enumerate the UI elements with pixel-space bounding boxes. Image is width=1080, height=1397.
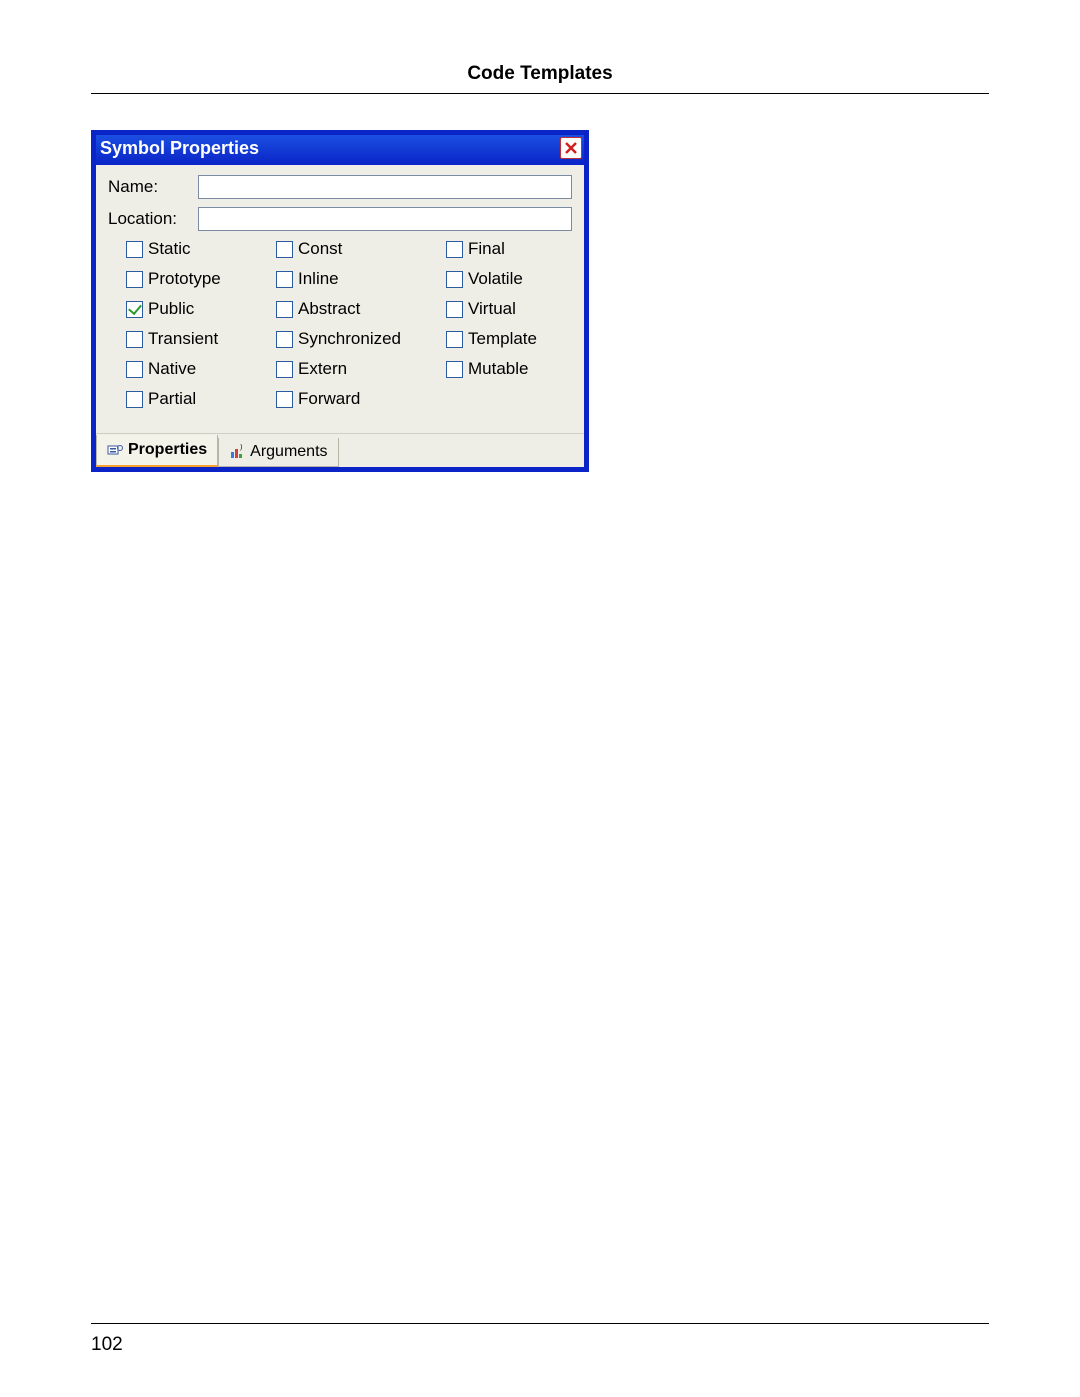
tab-label: Properties [128,441,207,459]
checkbox-icon [276,331,293,348]
svg-text:): ) [240,444,242,451]
checkbox-icon [276,391,293,408]
checkbox-label: Abstract [298,299,360,319]
tab-arguments[interactable]: ) Arguments [218,438,338,467]
checkbox-inline[interactable]: Inline [276,269,446,289]
checkbox-label: Public [148,299,194,319]
dialog-title: Symbol Properties [100,138,259,159]
checkbox-icon [446,331,463,348]
checkbox-prototype[interactable]: Prototype [126,269,276,289]
document-page: Code Templates Symbol Properties Name: L… [0,0,1080,1397]
form-area: Name: Location: Static Const Final Proto… [96,165,584,433]
checkbox-static[interactable]: Static [126,239,276,259]
checkbox-icon [126,331,143,348]
page-header: Code Templates [91,63,989,94]
location-row: Location: [108,207,572,231]
checkbox-volatile[interactable]: Volatile [446,269,586,289]
checkbox-label: Static [148,239,191,259]
checkbox-virtual[interactable]: Virtual [446,299,586,319]
checkbox-label: Virtual [468,299,516,319]
checkbox-const[interactable]: Const [276,239,446,259]
name-label: Name: [108,177,198,197]
checkbox-transient[interactable]: Transient [126,329,276,349]
dialog-titlebar[interactable]: Symbol Properties [96,135,584,165]
checkbox-final[interactable]: Final [446,239,586,259]
location-label: Location: [108,209,198,229]
page-footer: 102 [91,1323,989,1356]
checkbox-icon [446,241,463,258]
checkbox-label: Template [468,329,537,349]
checkbox-icon [446,301,463,318]
checkbox-label: Mutable [468,359,528,379]
checkbox-template[interactable]: Template [446,329,586,349]
checkbox-icon [276,361,293,378]
checkbox-label: Extern [298,359,347,379]
checkbox-icon [446,361,463,378]
checkbox-grid: Static Const Final Prototype Inline Vola… [126,239,572,409]
checkbox-label: Partial [148,389,196,409]
checkbox-abstract[interactable]: Abstract [276,299,446,319]
arguments-icon: ) [229,444,245,460]
checkbox-empty [446,389,586,409]
checkbox-icon [126,241,143,258]
checkbox-label: Prototype [148,269,221,289]
properties-icon [107,442,123,458]
checkbox-label: Volatile [468,269,523,289]
checkbox-synchronized[interactable]: Synchronized [276,329,446,349]
checkbox-partial[interactable]: Partial [126,389,276,409]
checkbox-label: Synchronized [298,329,401,349]
location-input[interactable] [198,207,572,231]
checkbox-icon [126,301,143,318]
symbol-properties-dialog: Symbol Properties Name: Location: [91,130,589,472]
checkbox-label: Native [148,359,196,379]
checkbox-icon [276,271,293,288]
checkbox-icon [276,301,293,318]
checkbox-icon [126,271,143,288]
checkbox-forward[interactable]: Forward [276,389,446,409]
tab-properties[interactable]: Properties [96,435,218,467]
checkbox-native[interactable]: Native [126,359,276,379]
name-input[interactable] [198,175,572,199]
checkbox-label: Final [468,239,505,259]
checkbox-mutable[interactable]: Mutable [446,359,586,379]
dialog-tabbar: Properties ) Arguments [96,433,584,467]
checkbox-icon [126,391,143,408]
name-row: Name: [108,175,572,199]
page-number: 102 [91,1334,123,1355]
close-button[interactable] [560,137,582,159]
checkbox-public[interactable]: Public [126,299,276,319]
checkbox-icon [276,241,293,258]
checkbox-label: Transient [148,329,218,349]
checkbox-extern[interactable]: Extern [276,359,446,379]
close-icon [564,141,578,155]
checkbox-label: Inline [298,269,339,289]
checkbox-icon [446,271,463,288]
dialog-body: Name: Location: Static Const Final Proto… [96,165,584,467]
checkbox-icon [126,361,143,378]
checkbox-label: Const [298,239,342,259]
tab-label: Arguments [250,443,327,461]
checkbox-label: Forward [298,389,360,409]
